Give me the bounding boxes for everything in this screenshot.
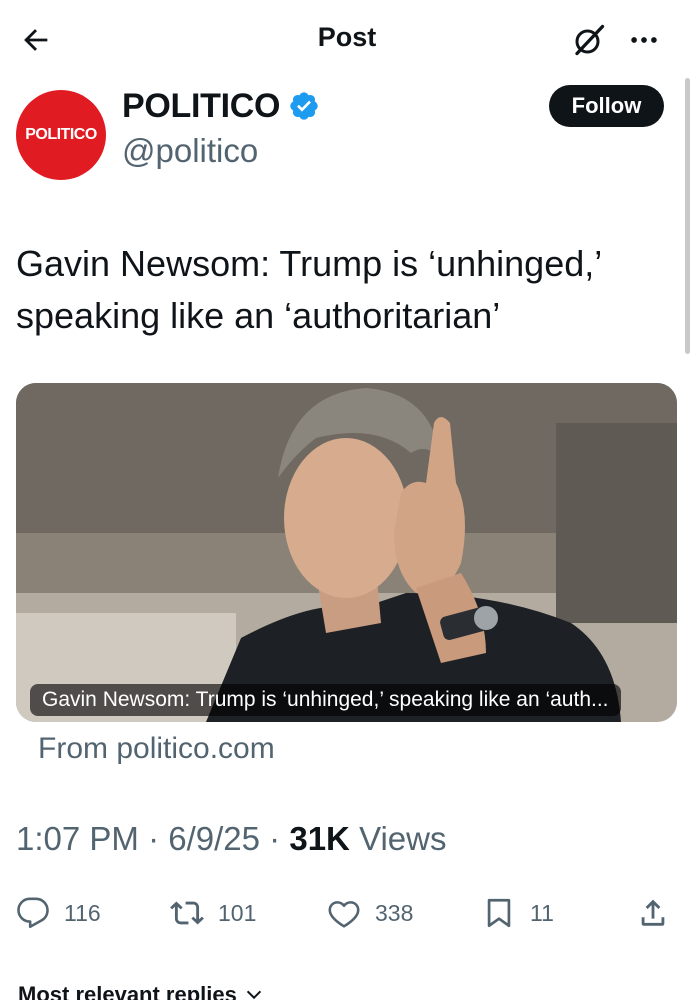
- follow-button[interactable]: Follow: [549, 85, 664, 127]
- repost-count: 101: [218, 899, 257, 926]
- bookmark-count: 11: [530, 899, 554, 926]
- post-meta: 1:07 PM · 6/9/25 · 31K Views: [16, 820, 447, 858]
- scrollbar[interactable]: [685, 78, 690, 354]
- card-photo: [16, 383, 677, 722]
- grok-button[interactable]: [567, 18, 611, 62]
- like-button[interactable]: 338: [327, 890, 413, 936]
- action-bar: 116 101 338 11: [0, 890, 694, 936]
- link-card[interactable]: [16, 383, 677, 722]
- reply-button[interactable]: 116: [16, 890, 101, 936]
- author-name-row: POLITICO: [122, 84, 320, 128]
- post-text: Gavin Newsom: Trump is ‘unhinged,’ speak…: [16, 243, 601, 336]
- post-date[interactable]: 6/9/25: [168, 820, 260, 857]
- chevron-down-icon: [246, 990, 262, 1000]
- top-bar: Post: [0, 0, 694, 80]
- replies-sort-button[interactable]: Most relevant replies: [18, 982, 265, 1000]
- share-upload-icon: [641, 899, 665, 926]
- bookmark-button[interactable]: 11: [482, 890, 554, 936]
- views-label: Views: [359, 820, 447, 857]
- verified-badge-icon: [290, 92, 318, 120]
- replies-sort-label: Most relevant replies: [18, 982, 237, 1000]
- more-options-button[interactable]: [622, 18, 666, 62]
- avatar-logo-text: POLITICO: [25, 126, 97, 143]
- card-caption: Gavin Newsom: Trump is ‘unhinged,’ speak…: [30, 684, 621, 716]
- reply-count: 116: [64, 899, 101, 926]
- author-handle[interactable]: @politico: [122, 132, 258, 170]
- meta-separator: ·: [148, 820, 169, 857]
- grok-slash-circle-icon: [575, 24, 605, 56]
- post-time[interactable]: 1:07 PM: [16, 820, 139, 857]
- more-dots-icon: [631, 37, 657, 43]
- like-count: 338: [375, 899, 414, 926]
- repost-button[interactable]: 101: [170, 890, 256, 936]
- reply-bubble-icon: [17, 897, 49, 929]
- card-source-link[interactable]: From politico.com: [38, 732, 275, 766]
- author-display-name[interactable]: POLITICO: [122, 87, 280, 126]
- avatar[interactable]: POLITICO: [16, 90, 106, 180]
- repost-arrows-icon: [170, 901, 204, 925]
- views-count: 31K: [289, 820, 350, 857]
- bookmark-icon: [487, 898, 511, 928]
- heart-icon: [328, 901, 360, 928]
- share-button[interactable]: [636, 890, 670, 936]
- meta-separator: ·: [269, 820, 290, 857]
